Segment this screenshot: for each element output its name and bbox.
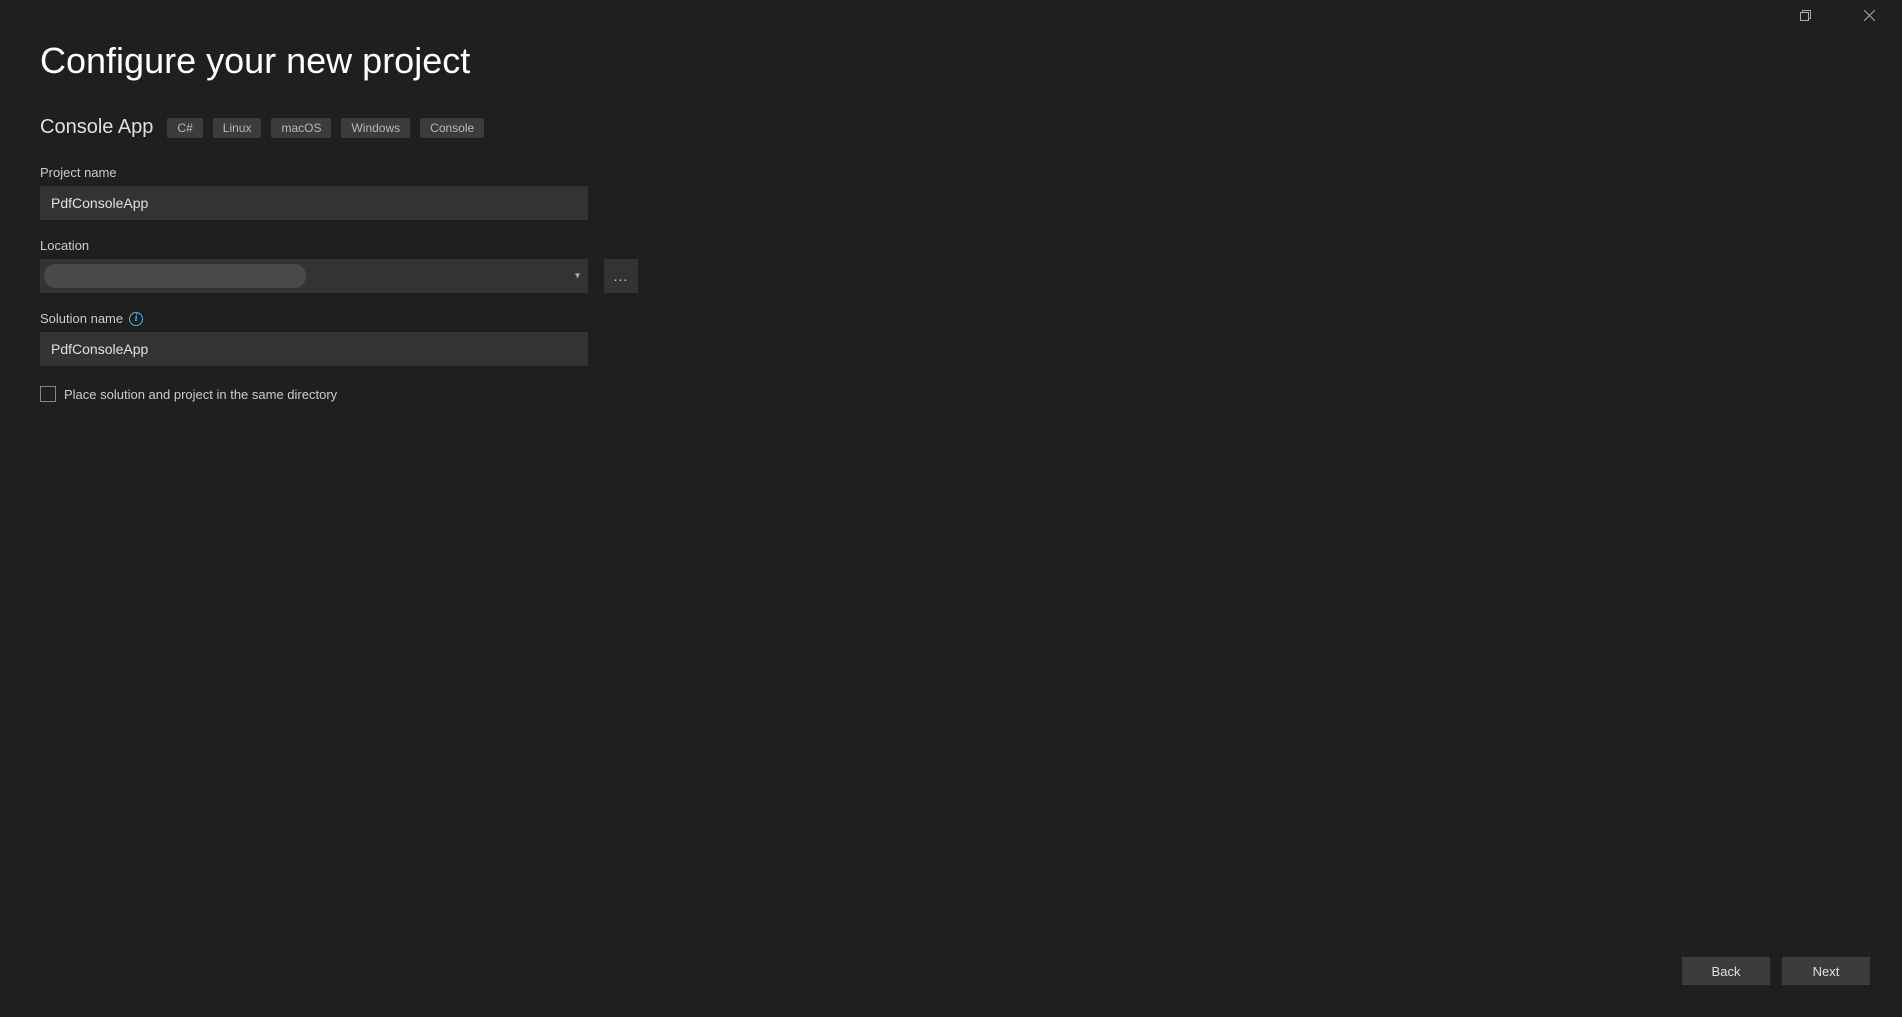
- solution-name-label-row: Solution name i: [40, 311, 1902, 326]
- location-group: Location ▾ ...: [40, 238, 1902, 293]
- tag-console: Console: [420, 118, 484, 138]
- solution-name-label: Solution name: [40, 311, 123, 326]
- next-button[interactable]: Next: [1782, 957, 1870, 985]
- same-directory-checkbox[interactable]: [40, 386, 56, 402]
- tag-macos: macOS: [271, 118, 331, 138]
- project-name-group: Project name: [40, 165, 1902, 220]
- back-button[interactable]: Back: [1682, 957, 1770, 985]
- subtitle-row: Console App C# Linux macOS Windows Conso…: [40, 116, 1902, 139]
- main-content: Configure your new project Console App C…: [0, 0, 1902, 402]
- solution-name-group: Solution name i: [40, 311, 1902, 366]
- footer-buttons: Back Next: [1682, 957, 1870, 985]
- page-title: Configure your new project: [40, 40, 1902, 82]
- close-icon[interactable]: [1846, 0, 1892, 30]
- template-name: Console App: [40, 116, 153, 139]
- solution-name-input[interactable]: [40, 332, 588, 366]
- window-titlebar: [1782, 0, 1902, 30]
- template-tags: C# Linux macOS Windows Console: [167, 118, 484, 138]
- browse-location-button[interactable]: ...: [604, 259, 638, 293]
- location-combo[interactable]: ▾: [40, 259, 588, 293]
- project-name-input[interactable]: [40, 186, 588, 220]
- tag-csharp: C#: [167, 118, 202, 138]
- project-name-label: Project name: [40, 165, 1902, 180]
- location-input[interactable]: [40, 259, 588, 293]
- same-directory-label[interactable]: Place solution and project in the same d…: [64, 387, 337, 402]
- tag-linux: Linux: [213, 118, 262, 138]
- location-label: Location: [40, 238, 1902, 253]
- info-icon[interactable]: i: [129, 312, 143, 326]
- tag-windows: Windows: [341, 118, 410, 138]
- maximize-icon[interactable]: [1782, 0, 1828, 30]
- same-directory-row: Place solution and project in the same d…: [40, 386, 1902, 402]
